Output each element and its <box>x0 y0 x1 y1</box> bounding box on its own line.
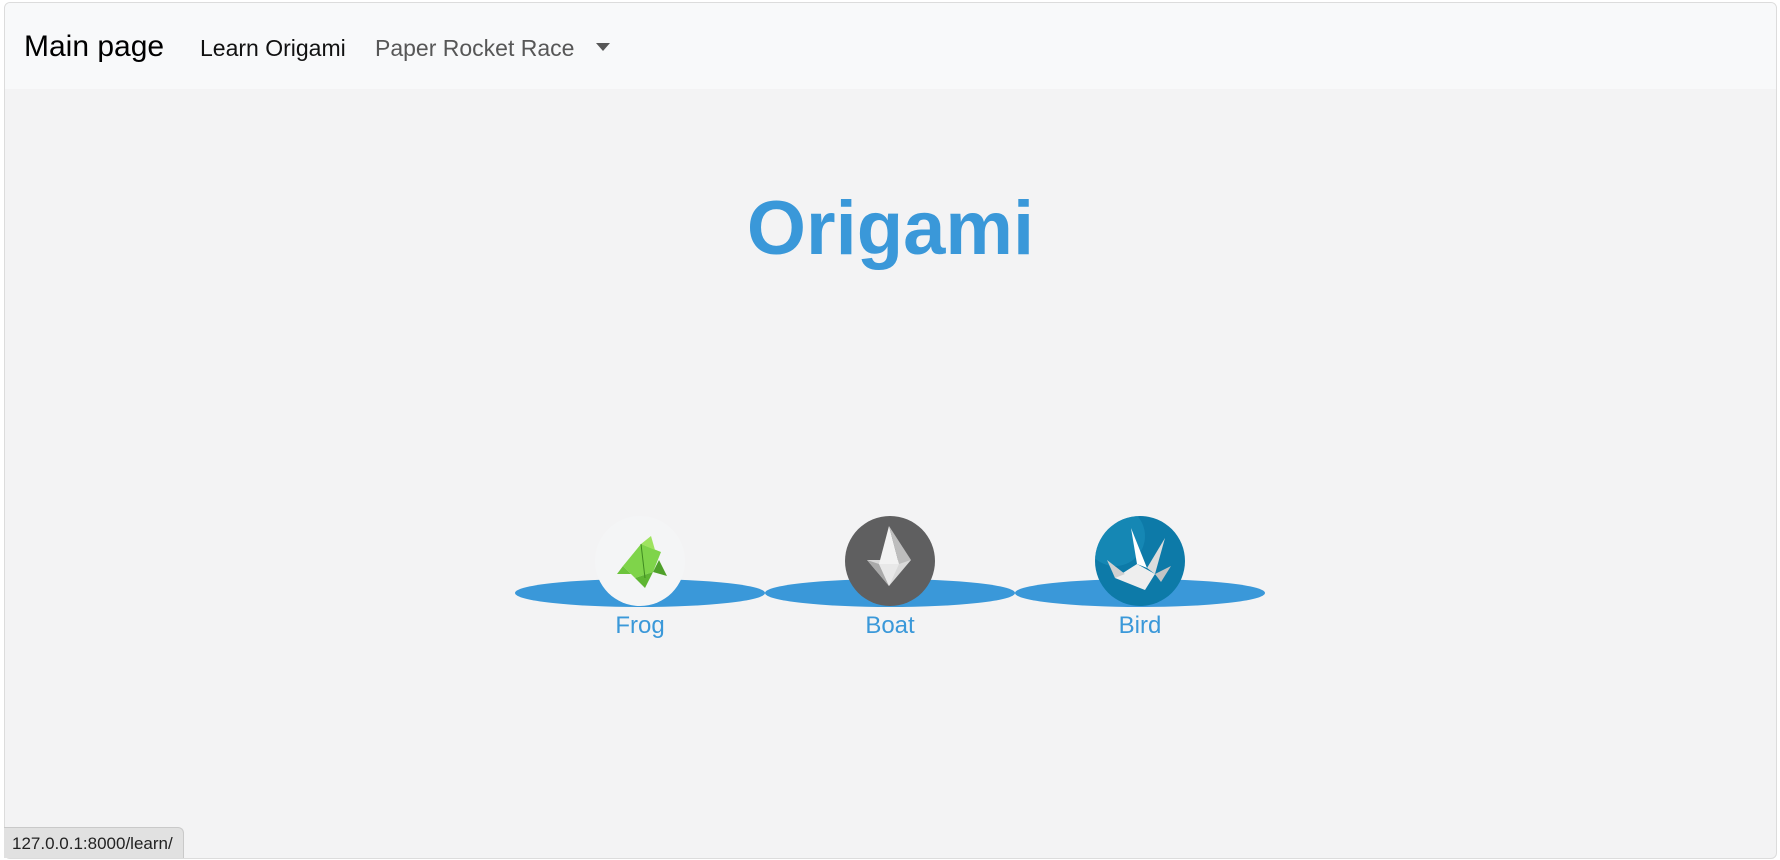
origami-item-boat[interactable]: Boat <box>765 516 1015 646</box>
item-label[interactable]: Bird <box>1015 612 1265 640</box>
nav-link-learn-origami[interactable]: Learn Origami <box>200 34 346 62</box>
caret-down-icon[interactable] <box>596 43 610 51</box>
page-title: Origami <box>746 185 1035 271</box>
origami-item-bird[interactable]: Bird <box>1015 516 1265 646</box>
nav-dropdown-paper-rocket-race[interactable]: Paper Rocket Race <box>375 34 574 62</box>
browser-viewport: Main page Learn Origami Paper Rocket Rac… <box>4 2 1777 859</box>
brand-link[interactable]: Main page <box>24 30 164 64</box>
boat-origami-icon[interactable] <box>845 516 935 606</box>
item-label[interactable]: Boat <box>765 612 1015 640</box>
frog-origami-icon[interactable] <box>595 516 685 606</box>
item-label[interactable]: Frog <box>515 612 765 640</box>
origami-item-frog[interactable]: Frog <box>515 516 765 646</box>
crane-origami-icon[interactable] <box>1095 516 1185 606</box>
status-bar-url: 127.0.0.1:8000/learn/ <box>4 827 184 858</box>
navbar: Main page Learn Origami Paper Rocket Rac… <box>5 3 1776 89</box>
